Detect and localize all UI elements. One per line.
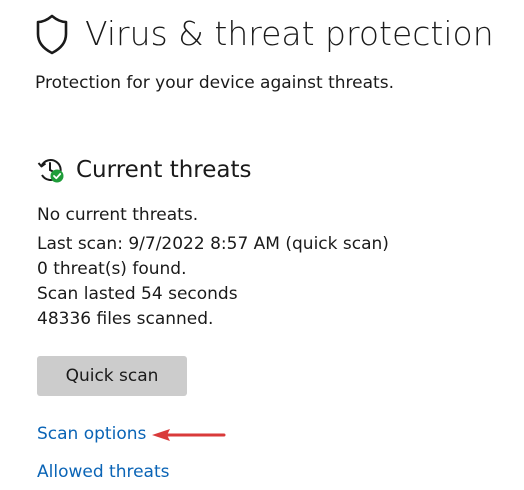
current-threats-header: Current threats (37, 156, 252, 184)
shield-icon (36, 14, 68, 55)
threat-status: No current threats. (37, 205, 199, 225)
scan-details: Last scan: 9/7/2022 8:57 AM (quick scan)… (37, 232, 389, 332)
files-scanned-text: 48336 files scanned. (37, 309, 214, 329)
current-threats-title: Current threats (76, 157, 252, 183)
quick-scan-button[interactable]: Quick scan (37, 356, 187, 396)
scan-duration-text: Scan lasted 54 seconds (37, 284, 238, 304)
threats-found-text: 0 threat(s) found. (37, 259, 187, 279)
red-arrow-icon (152, 429, 226, 441)
page-subtitle: Protection for your device against threa… (35, 73, 394, 93)
page-header: Virus & threat protection (35, 10, 494, 58)
page-title: Virus & threat protection (85, 14, 494, 53)
last-scan-text: Last scan: 9/7/2022 8:57 AM (quick scan) (37, 234, 389, 254)
allowed-threats-link[interactable]: Allowed threats (37, 462, 170, 482)
history-check-icon (37, 159, 64, 183)
scan-options-link[interactable]: Scan options (37, 424, 146, 444)
